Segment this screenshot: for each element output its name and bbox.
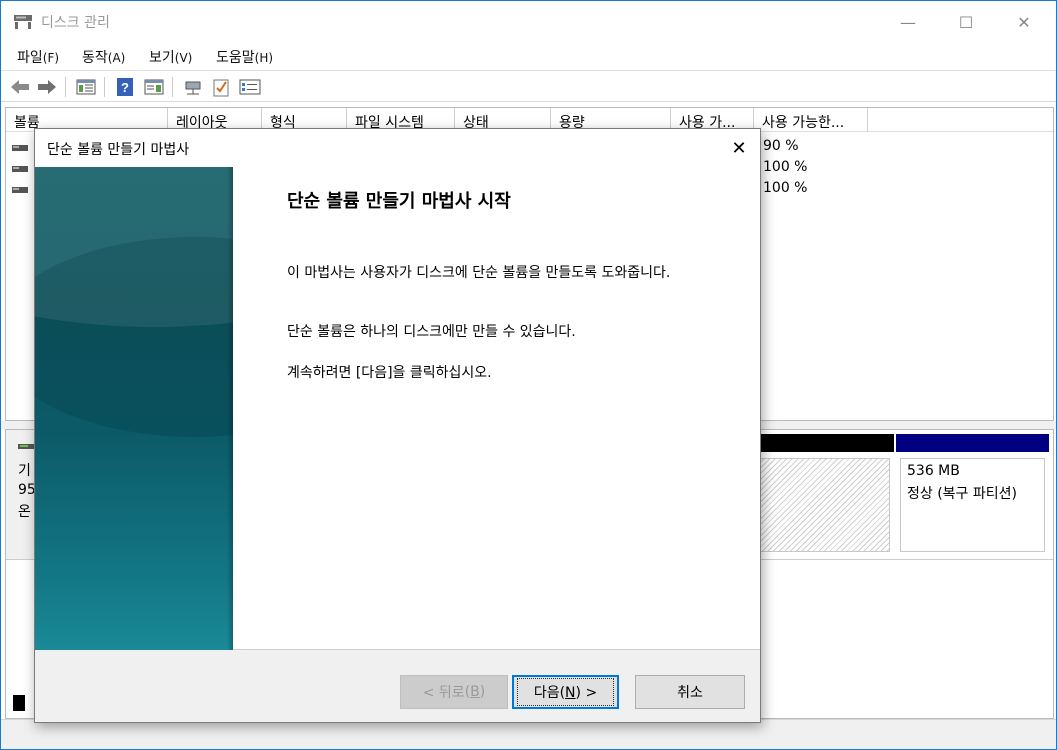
back-button[interactable]: < 뒤로(B)	[400, 675, 508, 709]
menu-file-accel: (F)	[42, 51, 60, 65]
next-button-accel: N	[565, 685, 576, 701]
action-pane-button[interactable]	[143, 76, 165, 98]
partition-status: 정상 (복구 파티션)	[907, 486, 1017, 502]
banner-swirl	[35, 237, 233, 437]
minimize-icon: —	[900, 12, 916, 32]
next-button[interactable]: 다음(N) >	[512, 675, 619, 709]
action-pane-icon	[144, 79, 164, 95]
toolbar-separator	[104, 77, 105, 97]
menu-file-label: 파일	[17, 50, 43, 66]
toolbar-separator	[172, 77, 173, 97]
dialog-title: 단순 볼륨 만들기 마법사	[47, 142, 190, 158]
wizard-intro-text: 이 마법사는 사용자가 디스크에 단순 볼륨을 만들도록 도와줍니다.	[287, 265, 671, 281]
window-title: 디스크 관리	[41, 15, 110, 31]
help-icon: ?	[117, 78, 133, 96]
connect-icon	[185, 81, 201, 95]
column-percent-free[interactable]: 사용 가능한...	[754, 108, 868, 132]
legend-swatch	[13, 695, 25, 711]
back-button-label: < 뒤로	[422, 685, 465, 701]
wizard-info-text: 단순 볼륨은 하나의 디스크에만 만들 수 있습니다.	[287, 324, 576, 340]
percent-free-cell: 100 %	[763, 180, 808, 196]
settings-list-icon	[239, 79, 261, 95]
forward-arrow-icon	[38, 80, 56, 94]
wizard-banner-image	[35, 167, 233, 650]
forward-button[interactable]	[36, 76, 58, 98]
maximize-icon: ☐	[958, 12, 974, 32]
volume-row-icon	[12, 141, 28, 151]
dialog-close-button[interactable]: ✕	[728, 137, 750, 159]
menu-view-label: 보기	[149, 50, 175, 66]
next-button-focus: 다음(N) >	[516, 678, 615, 706]
menu-view-accel: (V)	[174, 51, 193, 65]
wizard-heading: 단순 볼륨 만들기 마법사 시작	[287, 191, 511, 212]
back-button-accel: B	[470, 684, 480, 700]
menu-help-label: 도움말	[216, 50, 255, 66]
partition-body: 536 MB 정상 (복구 파티션)	[900, 458, 1045, 552]
dialog-title-bar: 단순 볼륨 만들기 마법사 ✕	[35, 129, 760, 167]
menu-file[interactable]: 파일(F)	[17, 47, 59, 67]
next-button-label: 다음	[533, 685, 560, 701]
menu-action[interactable]: 동작(A)	[82, 47, 125, 67]
connect-button[interactable]	[182, 76, 204, 98]
partition-size: 536 MB	[907, 463, 960, 479]
percent-free-cell: 100 %	[763, 159, 808, 175]
close-icon: ✕	[1017, 12, 1031, 32]
check-button[interactable]	[210, 76, 232, 98]
partition-recovery[interactable]: 536 MB 정상 (복구 파티션)	[896, 434, 1049, 554]
settings-button[interactable]	[239, 76, 261, 98]
partition-header-bar	[896, 434, 1049, 452]
toolbar: ?	[1, 70, 1056, 102]
close-button[interactable]: ✕	[995, 1, 1053, 43]
new-simple-volume-wizard: 단순 볼륨 만들기 마법사 ✕ 단순 볼륨 만들기 마법사 시작 이 마법사는 …	[34, 128, 761, 723]
menu-action-accel: (A)	[107, 51, 126, 65]
close-icon: ✕	[731, 137, 747, 159]
menu-help-accel: (H)	[254, 51, 274, 65]
cancel-button[interactable]: 취소	[635, 675, 745, 709]
disk-management-app-icon	[14, 15, 32, 29]
properties-check-icon	[213, 79, 229, 97]
console-tree-icon	[76, 79, 96, 95]
disk-name: 기	[18, 463, 31, 479]
status-bar	[1, 719, 1056, 749]
minimize-button[interactable]: —	[879, 1, 937, 43]
wizard-content: 단순 볼륨 만들기 마법사 시작 이 마법사는 사용자가 디스크에 단순 볼륨을…	[233, 167, 760, 650]
cancel-button-label: 취소	[677, 685, 703, 701]
menu-help[interactable]: 도움말(H)	[216, 47, 273, 67]
maximize-button[interactable]: ☐	[937, 1, 995, 43]
menu-bar: 파일(F) 동작(A) 보기(V) 도움말(H)	[1, 43, 1056, 70]
back-button[interactable]	[9, 76, 31, 98]
back-arrow-icon	[11, 80, 29, 94]
toolbar-separator	[65, 77, 66, 97]
svg-text:?: ?	[121, 80, 129, 95]
disk-status: 온	[18, 504, 31, 520]
menu-view[interactable]: 보기(V)	[149, 47, 192, 67]
percent-free-cell: 90 %	[763, 138, 799, 154]
volume-row-icon	[12, 162, 28, 172]
menu-action-label: 동작	[82, 50, 108, 66]
volume-row-icon	[12, 183, 28, 193]
next-button-arrow: >	[581, 685, 598, 701]
wizard-continue-text: 계속하려면 [다음]을 클릭하십시오.	[287, 365, 492, 381]
console-tree-button[interactable]	[75, 76, 97, 98]
title-bar: 디스크 관리 — ☐ ✕	[1, 1, 1056, 43]
help-button[interactable]: ?	[114, 76, 136, 98]
